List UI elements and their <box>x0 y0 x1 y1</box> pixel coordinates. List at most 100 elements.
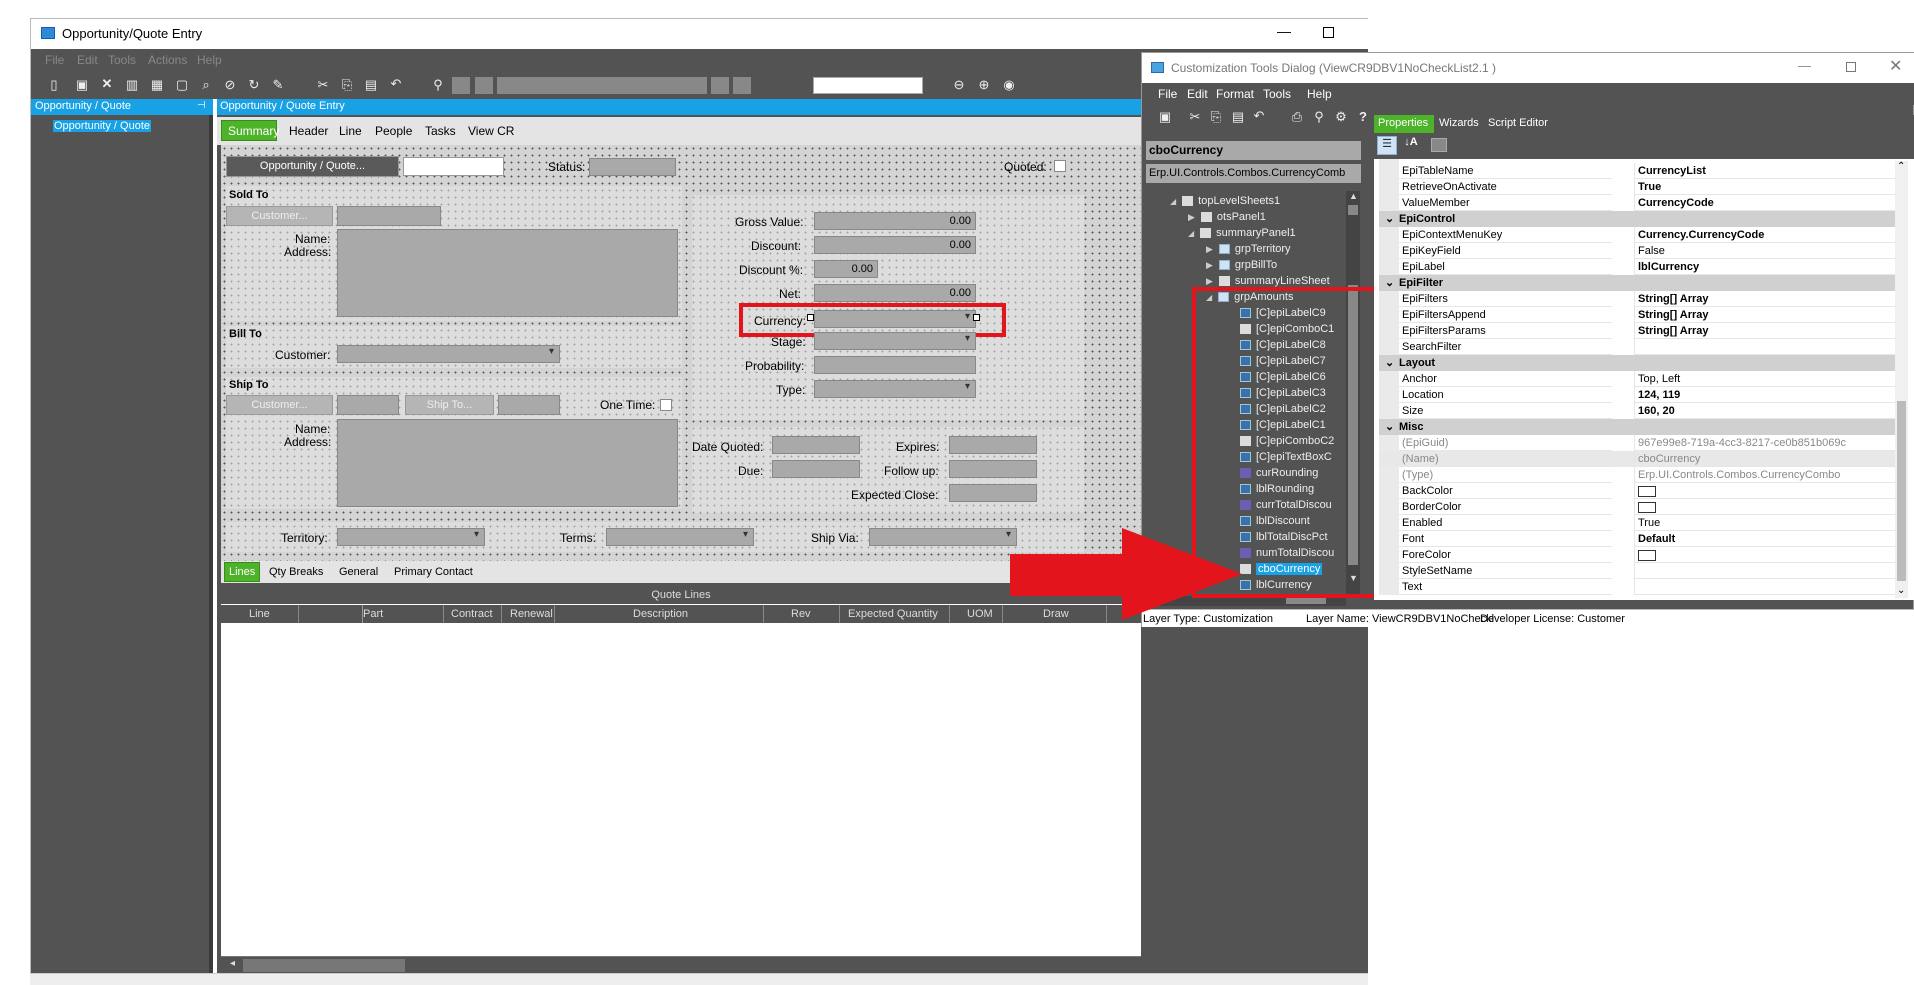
prop-value[interactable] <box>1634 563 1897 579</box>
maximize-icon[interactable] <box>1323 27 1334 38</box>
dialog-menu-tools[interactable]: Tools <box>1263 87 1291 101</box>
cut-icon[interactable]: ✂ <box>314 77 332 93</box>
nav-first-icon[interactable] <box>452 77 470 94</box>
col-uom[interactable]: UOM <box>967 605 993 623</box>
dialog-menu-file[interactable]: File <box>1158 87 1177 101</box>
type-combo[interactable] <box>814 380 976 398</box>
prop-scroll-thumb[interactable] <box>1897 401 1906 581</box>
menu-actions[interactable]: Actions <box>148 53 187 67</box>
paste-icon[interactable]: ▤ <box>362 77 380 93</box>
grid-hscrollbar[interactable]: ◂ <box>221 956 1141 973</box>
prop-category[interactable]: ⌄ EpiControl <box>1379 211 1907 227</box>
save-icon[interactable]: ▣ <box>73 77 91 93</box>
prop-row[interactable]: BackColor <box>1379 483 1907 499</box>
prop-row[interactable]: SearchFilter <box>1379 339 1907 355</box>
prop-scroll-up-icon[interactable]: ⌃ <box>1897 161 1905 172</box>
tab-script-editor[interactable]: Script Editor <box>1488 117 1548 129</box>
dialog-settings-icon[interactable]: ⚙ <box>1332 109 1350 125</box>
prop-value[interactable] <box>1634 339 1897 355</box>
prop-row[interactable]: EpiTableName CurrencyList <box>1379 163 1907 179</box>
company-selector[interactable] <box>813 77 923 94</box>
back-icon[interactable]: ⊖ <box>950 77 968 93</box>
collapse-icon[interactable]: ⌄ <box>1385 355 1394 371</box>
prop-value[interactable] <box>1634 579 1897 595</box>
prop-row[interactable]: EpiFiltersParams String[] Array <box>1379 323 1907 339</box>
pin-icon[interactable]: ⊣ <box>197 100 206 111</box>
scroll-left-icon[interactable]: ◂ <box>230 958 235 969</box>
note-icon[interactable]: ▢ <box>173 77 191 93</box>
refresh-icon[interactable]: ↻ <box>245 77 263 93</box>
tab-wizards[interactable]: Wizards <box>1439 117 1479 129</box>
record-selector[interactable] <box>497 77 707 94</box>
collapse-icon[interactable]: ⌄ <box>1385 275 1394 291</box>
prop-row[interactable]: ValueMember CurrencyCode <box>1379 195 1907 211</box>
prop-row[interactable]: EpiContextMenuKey Currency.CurrencyCode <box>1379 227 1907 243</box>
prop-row[interactable]: Text <box>1379 579 1907 595</box>
terms-combo[interactable] <box>606 528 754 546</box>
dialog-minimize-icon[interactable]: — <box>1798 58 1811 73</box>
prop-category[interactable]: ⌄ EpiFilter <box>1379 275 1907 291</box>
sold-to-customer-button[interactable]: Customer... <box>226 206 333 226</box>
col-line[interactable]: Line <box>249 605 270 623</box>
dialog-undo-icon[interactable]: ↶ <box>1250 108 1268 124</box>
undo-icon[interactable]: ↶ <box>387 76 405 92</box>
prop-value[interactable] <box>1634 483 1897 499</box>
subtab-primary-contact[interactable]: Primary Contact <box>394 566 473 578</box>
prop-value[interactable]: Default <box>1634 531 1897 547</box>
new-icon[interactable]: ▯ <box>45 77 63 93</box>
tree-item[interactable]: ▶ grpBillTo <box>1206 257 1277 273</box>
dialog-close-icon[interactable]: ✕ <box>1889 56 1902 76</box>
dialog-save-icon[interactable]: ▣ <box>1156 109 1174 125</box>
tree-hscroll-thumb[interactable] <box>1286 598 1326 604</box>
col-description[interactable]: Description <box>633 605 688 623</box>
ship-to-customer-button[interactable]: Customer... <box>226 395 333 415</box>
dialog-print-icon[interactable]: ⎙ <box>1288 109 1306 125</box>
tab-summary[interactable]: Summary <box>221 120 279 141</box>
col-expected-quantity[interactable]: Expected Quantity <box>848 605 938 623</box>
home-icon[interactable]: ◉ <box>1000 77 1018 93</box>
prop-value[interactable]: CurrencyCode <box>1634 195 1897 211</box>
dialog-paste-icon[interactable]: ▤ <box>1229 109 1247 125</box>
book-icon[interactable]: ▥ <box>123 77 141 93</box>
prop-row[interactable]: (EpiGuid) 967e99e8-719a-4cc3-8217-ce0b851… <box>1379 435 1907 451</box>
prop-scroll-down-icon[interactable]: ⌄ <box>1897 585 1905 596</box>
prop-value[interactable] <box>1634 547 1897 563</box>
menu-help[interactable]: Help <box>197 53 222 67</box>
subtab-lines[interactable]: Lines <box>224 562 260 582</box>
tab-people[interactable]: People <box>375 124 412 138</box>
tree-scroll-thumb[interactable] <box>1348 205 1358 215</box>
tree-scroll-up-icon[interactable]: ▲ <box>1349 191 1358 201</box>
collapse-icon[interactable]: ⌄ <box>1385 419 1394 435</box>
property-pages-icon[interactable] <box>1431 138 1447 152</box>
col-renewal[interactable]: Renewal <box>510 605 553 623</box>
prop-row[interactable]: EpiFilters String[] Array <box>1379 291 1907 307</box>
col-contract[interactable]: Contract <box>451 605 493 623</box>
bill-to-customer-combo[interactable] <box>337 345 560 363</box>
prop-row[interactable]: ForeColor <box>1379 547 1907 563</box>
quoted-checkbox[interactable] <box>1054 160 1066 172</box>
prop-value[interactable]: lblCurrency <box>1634 259 1897 275</box>
ship-via-combo[interactable] <box>869 528 1017 546</box>
left-panel-item[interactable]: Opportunity / Quote <box>53 120 151 132</box>
col-rev[interactable]: Rev <box>791 605 811 623</box>
prop-row[interactable]: Enabled True <box>1379 515 1907 531</box>
prop-row[interactable]: RetrieveOnActivate True <box>1379 179 1907 195</box>
attach-icon[interactable]: ⌕ <box>197 77 215 93</box>
prop-row[interactable]: Font Default <box>1379 531 1907 547</box>
prop-row[interactable]: (Name) cboCurrency <box>1379 451 1907 467</box>
copy-icon[interactable]: ⎘ <box>338 77 356 93</box>
dialog-help-icon[interactable]: ? <box>1354 109 1372 124</box>
scroll-thumb[interactable] <box>243 959 405 972</box>
menu-file[interactable]: File <box>45 53 64 67</box>
dialog-menu-edit[interactable]: Edit <box>1187 87 1208 101</box>
forward-icon[interactable]: ⊕ <box>975 77 993 93</box>
prop-row[interactable]: Location 124, 119 <box>1379 387 1907 403</box>
prop-value[interactable]: Currency.CurrencyCode <box>1634 227 1897 243</box>
stage-combo[interactable] <box>814 332 976 350</box>
tab-properties[interactable]: Properties <box>1374 115 1434 133</box>
clear-icon[interactable]: ✎ <box>269 77 287 93</box>
tree-item[interactable]: ◢ summaryPanel1 <box>1188 225 1296 241</box>
collapse-icon[interactable]: ⌄ <box>1385 211 1394 227</box>
prop-value[interactable]: 124, 119 <box>1634 387 1897 403</box>
dialog-menu-help[interactable]: Help <box>1307 87 1332 101</box>
